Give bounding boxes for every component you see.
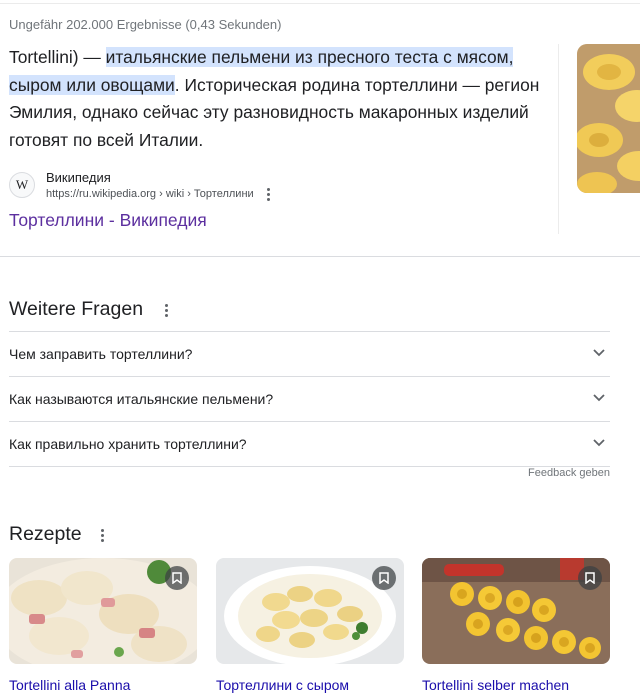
question-text: Чем заправить тортеллини?: [9, 346, 193, 362]
questions-more-vert-icon[interactable]: [160, 302, 172, 318]
questions-list: Чем заправить тортеллини? Как называются…: [9, 331, 610, 467]
result-title-link[interactable]: Тортеллини - Википедия: [9, 210, 207, 231]
snippet-image-divider: [558, 44, 559, 234]
top-divider: [0, 3, 640, 4]
question-text: Как называются итальянские пельмени?: [9, 391, 274, 407]
chevron-down-icon: [593, 439, 605, 447]
questions-heading: Weitere Fragen: [9, 298, 144, 320]
snippet-highlight-1: итальянские пельмени из пресного теста с…: [105, 47, 514, 67]
recipe-card-title[interactable]: Tortellini alla Panna: [9, 677, 130, 693]
bookmark-icon[interactable]: [372, 566, 396, 590]
more-vert-icon[interactable]: [261, 186, 275, 202]
wikipedia-w-icon[interactable]: W: [9, 172, 35, 198]
recipe-card-image[interactable]: [9, 558, 197, 664]
chevron-down-icon: [593, 394, 605, 402]
snippet-highlight-2: сыром или овощами: [9, 74, 175, 95]
source-name: Википедия: [46, 170, 111, 185]
bookmark-icon[interactable]: [578, 566, 602, 590]
source-url: https://ru.wikipedia.org › wiki › Тортел…: [46, 188, 254, 200]
snippet-thumbnail[interactable]: [577, 44, 640, 193]
snippet-text-before: Tortellini) —: [9, 47, 106, 67]
question-text: Как правильно хранить тортеллини?: [9, 436, 247, 452]
result-stats: Ungefähr 202.000 Ergebnisse (0,43 Sekund…: [9, 17, 282, 32]
bookmark-icon[interactable]: [165, 566, 189, 590]
recipes-heading: Rezepte: [9, 523, 82, 545]
recipe-card-title[interactable]: Tortellini selber machen: [422, 677, 569, 693]
recipe-card-image[interactable]: [216, 558, 404, 664]
question-item[interactable]: Как называются итальянские пельмени?: [9, 377, 610, 422]
question-item[interactable]: Как правильно хранить тортеллини?: [9, 422, 610, 467]
recipes-more-vert-icon[interactable]: [96, 527, 108, 543]
chevron-down-icon: [593, 349, 605, 357]
featured-snippet-text: Tortellini) — итальянские пельмени из пр…: [9, 44, 554, 154]
section-divider: [0, 256, 640, 257]
feedback-link[interactable]: Feedback geben: [528, 467, 610, 479]
recipe-card-title[interactable]: Тортеллини с сыром: [216, 677, 349, 693]
recipe-card-image[interactable]: [422, 558, 610, 664]
question-item[interactable]: Чем заправить тортеллини?: [9, 332, 610, 377]
